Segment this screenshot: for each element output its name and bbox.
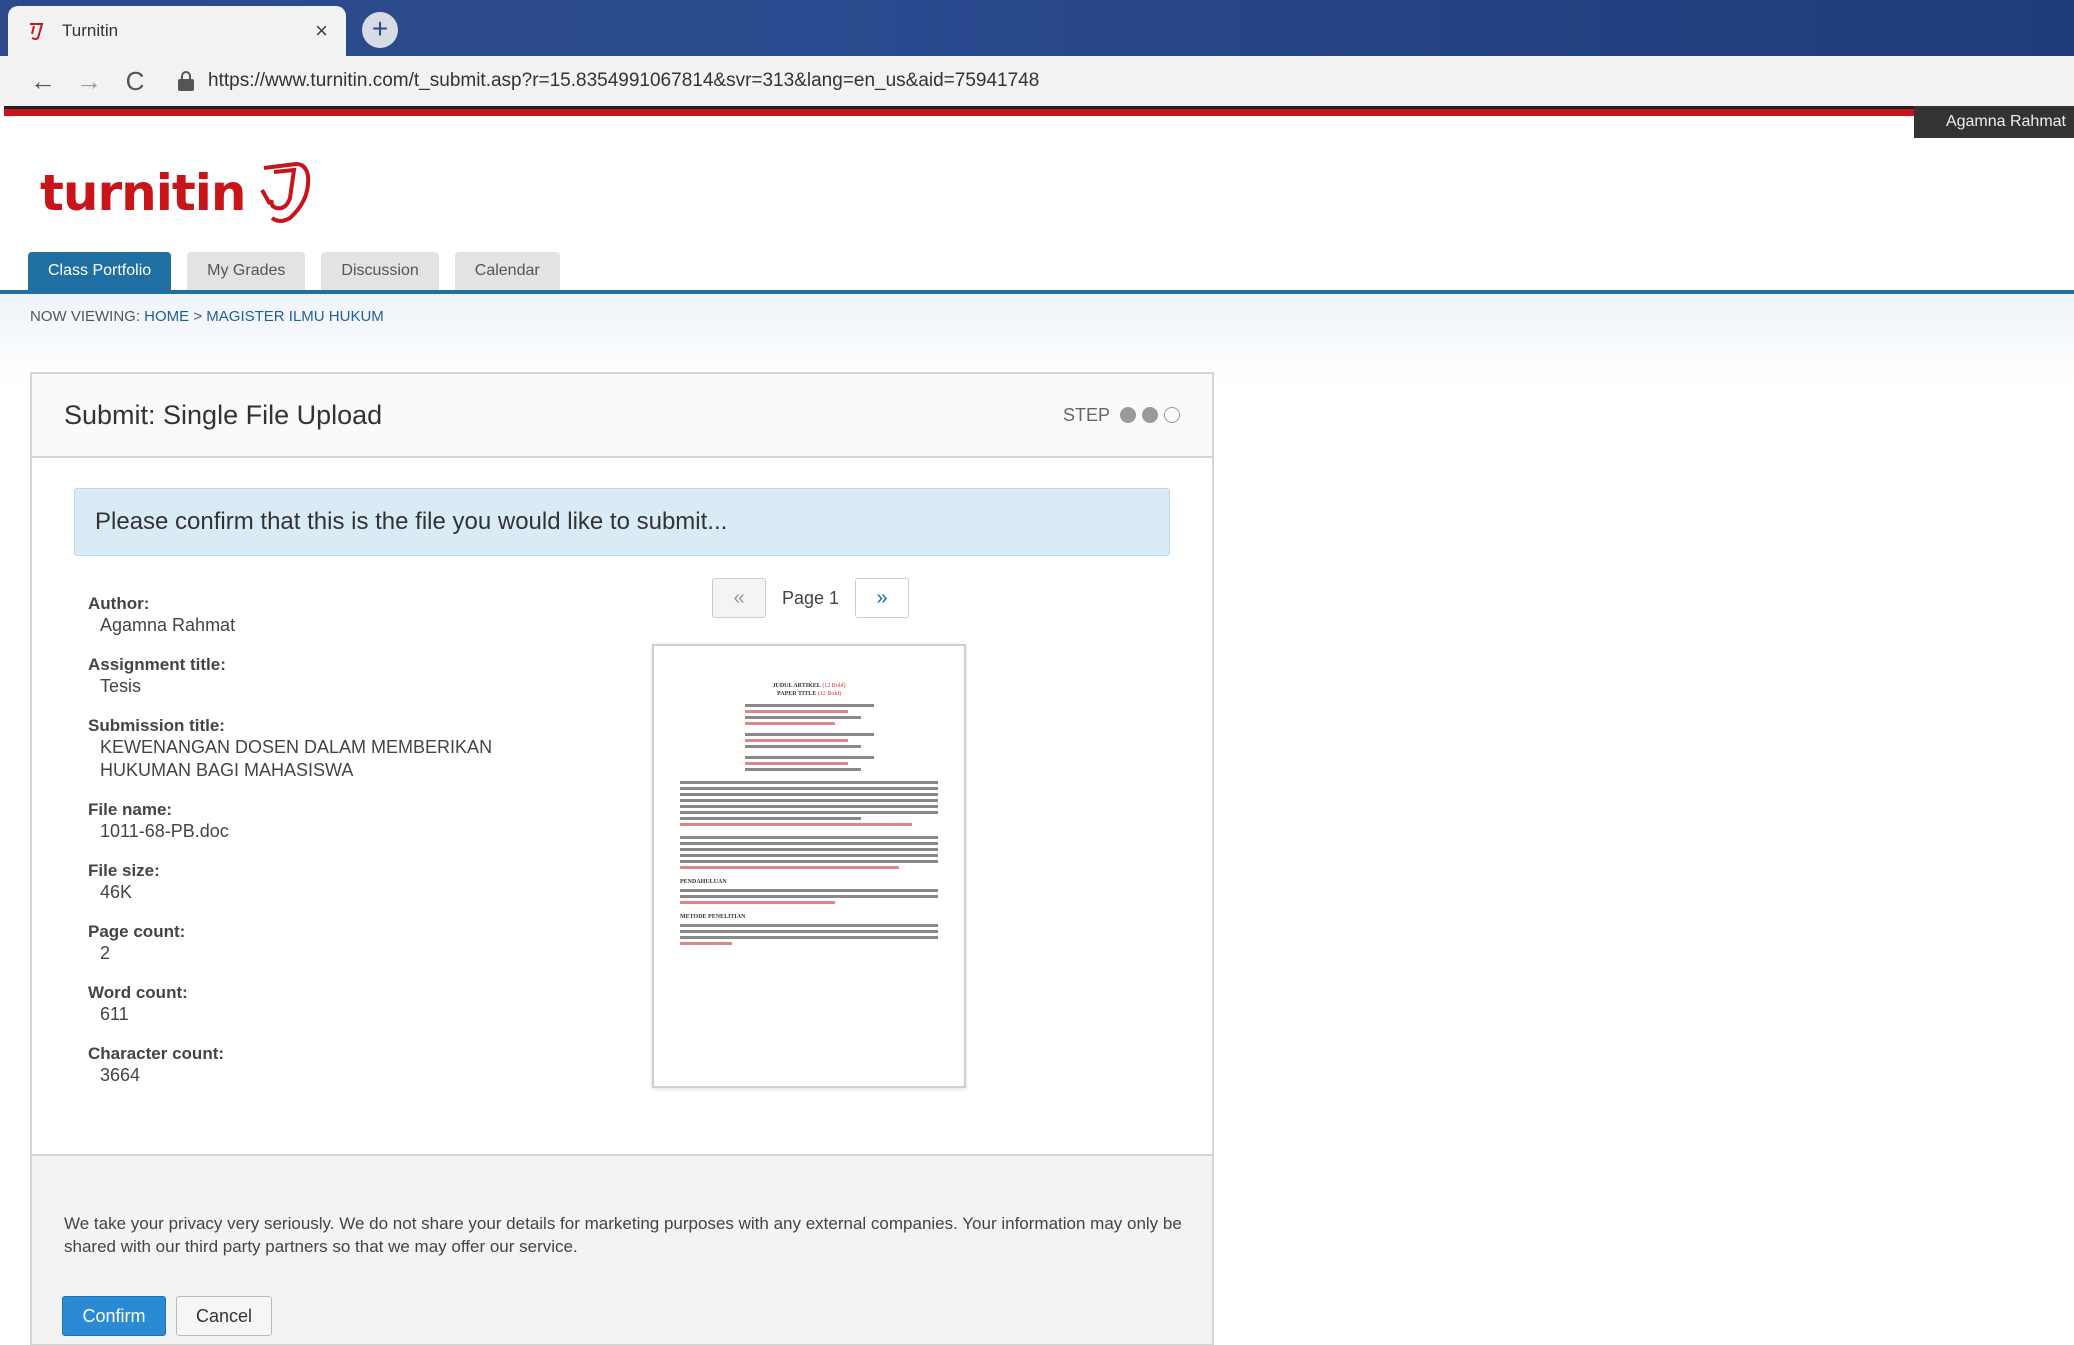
- privacy-notice: We take your privacy very seriously. We …: [64, 1214, 1182, 1256]
- step-dot-2: [1142, 407, 1158, 423]
- cancel-button[interactable]: Cancel: [176, 1296, 272, 1336]
- meta-word-count: Word count: 611: [88, 983, 528, 1026]
- step-label: STEP: [1062, 404, 1110, 425]
- meta-label: Character count:: [88, 1044, 225, 1063]
- meta-value: 46K: [100, 882, 133, 902]
- meta-value: KEWENANGAN DOSEN DALAM MEMBERIKAN HUKUMA…: [100, 737, 493, 780]
- breadcrumb-prefix: NOW VIEWING:: [30, 308, 140, 325]
- meta-submission-title: Submission title: KEWENANGAN DOSEN DALAM…: [88, 716, 528, 782]
- browser-tab-title: Turnitin: [62, 21, 119, 40]
- main-nav-tabs: Class Portfolio My Grades Discussion Cal…: [28, 252, 576, 290]
- browser-tab[interactable]: Turnitin ×: [8, 6, 346, 56]
- meta-label: Submission title:: [88, 716, 225, 735]
- meta-character-count: Character count: 3664: [88, 1044, 528, 1087]
- preview-abstract: [680, 781, 938, 826]
- preview-paper-title: PAPER TITLE (12 Bold): [777, 691, 841, 697]
- lock-icon: [178, 71, 194, 91]
- preview-section-method: METODE PENELITIAN: [680, 914, 746, 920]
- confirm-button[interactable]: Confirm: [62, 1296, 166, 1336]
- new-tab-icon[interactable]: +: [362, 12, 398, 48]
- next-page-button[interactable]: »: [855, 578, 910, 618]
- preview-abstract-en: [680, 836, 938, 869]
- tab-discussion[interactable]: Discussion: [321, 252, 439, 290]
- meta-value: 611: [100, 1004, 129, 1024]
- page-label: Page 1: [782, 587, 840, 608]
- meta-file-name: File name: 1011-68-PB.doc: [88, 800, 528, 843]
- page-pager: « Page 1 »: [712, 578, 910, 618]
- url-field[interactable]: https://www.turnitin.com/t_submit.asp?r=…: [208, 70, 1039, 92]
- meta-page-count: Page count: 2: [88, 922, 528, 965]
- meta-value: Tesis: [100, 676, 142, 696]
- meta-label: Word count:: [88, 983, 188, 1002]
- meta-label: Author:: [88, 594, 150, 613]
- user-name-badge[interactable]: Agamna Rahmat: [1914, 106, 2074, 138]
- step-dot-1: [1120, 407, 1136, 423]
- browser-tab-strip: Turnitin × +: [0, 0, 2074, 56]
- turnitin-favicon-icon: [30, 23, 44, 40]
- reload-icon[interactable]: C: [112, 66, 158, 97]
- document-preview-thumbnail[interactable]: JUDUL ARTIKEL (12 Bold) PAPER TITLE (12 …: [652, 644, 966, 1088]
- preview-authors: [744, 704, 874, 771]
- meta-value: Agamna Rahmat: [100, 615, 236, 635]
- meta-label: Assignment title:: [88, 655, 226, 674]
- meta-label: File size:: [88, 861, 160, 880]
- confirm-notice: Please confirm that this is the file you…: [74, 488, 1170, 556]
- breadcrumb-class-link[interactable]: MAGISTER ILMU HUKUM: [206, 308, 384, 325]
- close-tab-icon[interactable]: ×: [315, 18, 328, 44]
- address-bar: ← → C https://www.turnitin.com/t_submit.…: [0, 56, 2074, 106]
- panel-header: Submit: Single File Upload STEP: [32, 374, 1212, 458]
- meta-label: File name:: [88, 800, 173, 819]
- turnitin-logo-mark-icon: [259, 161, 310, 223]
- preview-section-intro: PENDAHULUAN: [680, 879, 727, 885]
- submission-panel: Submit: Single File Upload STEP Please c…: [30, 372, 1214, 1345]
- breadcrumb-home-link[interactable]: HOME: [144, 308, 189, 325]
- tab-calendar[interactable]: Calendar: [454, 252, 560, 290]
- meta-file-size: File size: 46K: [88, 861, 528, 904]
- page-title: Submit: Single File Upload: [64, 399, 383, 430]
- turnitin-logo[interactable]: turnitin: [40, 160, 314, 226]
- meta-value: 3664: [100, 1065, 141, 1085]
- breadcrumb-separator: >: [193, 308, 203, 325]
- meta-value: 2: [100, 943, 111, 963]
- breadcrumb: NOW VIEWING: HOME > MAGISTER ILMU HUKUM: [30, 308, 384, 325]
- header-divider: [4, 106, 2074, 116]
- preview-heading: JUDUL ARTIKEL (12 Bold): [772, 683, 846, 689]
- panel-footer: We take your privacy very seriously. We …: [32, 1154, 1212, 1344]
- meta-value: 1011-68-PB.doc: [100, 821, 229, 841]
- tab-my-grades[interactable]: My Grades: [187, 252, 306, 290]
- meta-author: Author: Agamna Rahmat: [88, 594, 528, 637]
- step-dot-3: [1164, 407, 1180, 423]
- file-metadata: Author: Agamna Rahmat Assignment title: …: [88, 594, 528, 1105]
- back-icon[interactable]: ←: [20, 66, 66, 97]
- logo-text: turnitin: [40, 164, 247, 222]
- step-indicator: STEP: [1063, 405, 1180, 426]
- meta-label: Page count:: [88, 922, 186, 941]
- meta-assignment-title: Assignment title: Tesis: [88, 655, 528, 698]
- prev-page-button[interactable]: «: [712, 578, 766, 618]
- tab-class-portfolio[interactable]: Class Portfolio: [28, 252, 172, 290]
- forward-icon[interactable]: →: [66, 66, 112, 97]
